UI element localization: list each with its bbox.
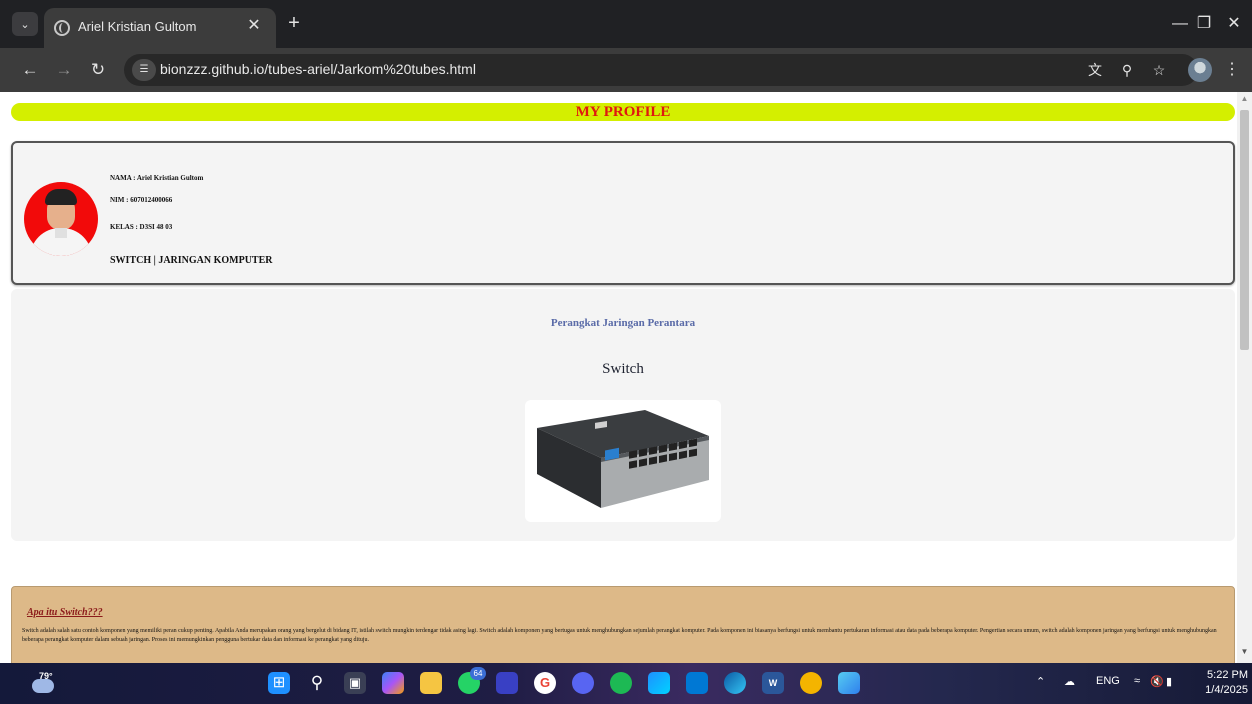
file-explorer-icon[interactable] — [420, 672, 442, 694]
whatsapp-badge: 64 — [470, 667, 486, 680]
profile-kelas: KELAS : D3SI 48 03 — [110, 223, 173, 231]
system-clock[interactable]: 5:22 PM 1/4/2025 — [1186, 668, 1248, 698]
wifi-icon[interactable]: ≈ — [1134, 675, 1140, 687]
switch-image — [525, 400, 721, 522]
weather-temp: 79° — [39, 671, 53, 681]
start-windows-icon[interactable]: ⊞ — [268, 672, 290, 694]
back-icon[interactable]: ← — [18, 58, 42, 82]
about-switch-box: Apa itu Switch??? Switch adalah salah sa… — [11, 586, 1235, 663]
chrome-icon[interactable] — [800, 672, 822, 694]
task-view-icon[interactable]: ▣ — [344, 672, 366, 694]
plus-icon[interactable]: + — [282, 12, 306, 36]
about-text: Switch adalah salah satu contoh komponen… — [22, 628, 1217, 643]
clock-date: 1/4/2025 — [1205, 684, 1248, 696]
tray-chevron-up-icon[interactable]: ⌃ — [1036, 675, 1045, 688]
close-window-icon[interactable]: ✕ — [1222, 12, 1246, 36]
profile-nim: NIM : 607012400066 — [110, 196, 173, 204]
app-icon[interactable] — [496, 672, 518, 694]
browser-toolbar: ← → ↻ ☰ bionzzz.github.io/tubes-ariel/Ja… — [0, 48, 1252, 92]
google-icon[interactable]: G — [534, 672, 556, 694]
profile-nama: NAMA : Ariel Kristian Gultom — [110, 174, 204, 182]
scroll-down-arrow-icon[interactable]: ▼ — [1237, 647, 1252, 661]
app-sail-icon[interactable] — [648, 672, 670, 694]
profile-topic: SWITCH | JARINGAN KOMPUTER — [110, 255, 273, 266]
edge-icon[interactable] — [724, 672, 746, 694]
page-viewport: MY PROFILE NAMA : Ariel Kristian Gultom … — [0, 92, 1237, 663]
avatar-collar — [55, 228, 67, 238]
device-section: Perangkat Jaringan Perantara Switch — [11, 289, 1235, 541]
copilot-icon[interactable] — [382, 672, 404, 694]
tab-title: Ariel Kristian Gultom — [78, 19, 197, 34]
vscode-icon[interactable] — [686, 672, 708, 694]
url-text[interactable]: bionzzz.github.io/tubes-ariel/Jarkom%20t… — [160, 61, 476, 77]
about-title[interactable]: Apa itu Switch??? — [27, 607, 103, 618]
onedrive-icon[interactable]: ☁ — [1064, 675, 1075, 688]
network-switch-illustration — [537, 410, 709, 508]
discord-icon[interactable] — [572, 672, 594, 694]
translate-icon[interactable]: 文 — [1084, 59, 1106, 81]
word-icon[interactable]: W — [762, 672, 784, 694]
device-heading: Switch — [602, 361, 644, 377]
page-scrollbar[interactable]: ▲ ▼ — [1237, 92, 1252, 663]
close-icon[interactable]: ✕ — [244, 16, 264, 36]
windows-taskbar: 79° ⊞ ⚲ ▣ 64 G W ⌃ ☁ ENG ≈ 🔇 ▮ 5:22 PM 1… — [0, 663, 1252, 704]
address-bar[interactable]: ☰ bionzzz.github.io/tubes-ariel/Jarkom%2… — [124, 54, 1198, 86]
globe-icon — [54, 20, 70, 36]
scroll-up-arrow-icon[interactable]: ▲ — [1237, 94, 1252, 108]
browser-tab-active[interactable]: Ariel Kristian Gultom ✕ — [44, 8, 276, 48]
weather-widget[interactable]: 79° — [30, 671, 58, 695]
weather-icon — [32, 679, 54, 693]
reload-icon[interactable]: ↻ — [86, 58, 110, 82]
whatsapp-icon[interactable]: 64 — [458, 667, 486, 694]
battery-icon[interactable]: ▮ — [1166, 675, 1172, 688]
profile-banner: MY PROFILE — [11, 103, 1235, 121]
avatar-hair — [45, 189, 77, 205]
profile-card: NAMA : Ariel Kristian Gultom NIM : 60701… — [11, 141, 1235, 285]
scroll-thumb[interactable] — [1240, 110, 1249, 350]
banner-title: MY PROFILE — [575, 104, 671, 120]
section-title: Perangkat Jaringan Perantara — [550, 317, 696, 329]
photos-icon[interactable] — [838, 672, 860, 694]
language-indicator[interactable]: ENG — [1096, 675, 1120, 687]
clock-time: 5:22 PM — [1207, 669, 1248, 681]
site-info-icon[interactable]: ☰ — [132, 59, 156, 81]
restore-icon[interactable]: ❐ — [1192, 12, 1216, 36]
star-icon[interactable]: ☆ — [1148, 59, 1170, 81]
spotify-icon[interactable] — [610, 672, 632, 694]
more-vert-icon[interactable]: ⋮ — [1222, 58, 1242, 82]
browser-tabbar: ⌄ Ariel Kristian Gultom ✕ + — ❐ ✕ — [0, 0, 1252, 48]
volume-muted-icon[interactable]: 🔇 — [1150, 675, 1164, 688]
search-icon[interactable]: ⚲ — [306, 672, 328, 694]
avatar — [24, 182, 98, 256]
zoom-icon[interactable]: ⚲ — [1116, 59, 1138, 81]
forward-icon[interactable]: → — [52, 58, 76, 82]
tab-search-icon[interactable]: ⌄ — [12, 12, 38, 36]
profile-icon[interactable] — [1188, 58, 1212, 82]
minimize-icon[interactable]: — — [1168, 12, 1192, 36]
